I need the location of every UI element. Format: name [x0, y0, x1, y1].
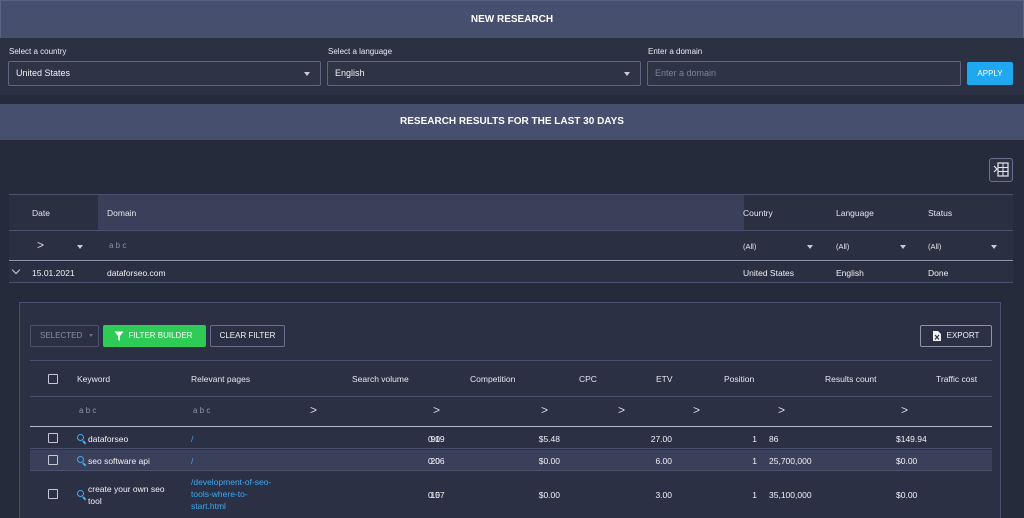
results-count-cell: 86: [769, 434, 779, 444]
page-link[interactable]: /development-of-seo- tools-where-to- sta…: [191, 476, 271, 512]
domain-label: Enter a domain: [648, 47, 703, 56]
traffic-cost-filter-operator[interactable]: >: [901, 403, 908, 417]
chevron-down-icon[interactable]: [77, 245, 83, 249]
row-date: 15.01.2021: [32, 268, 75, 278]
page-link[interactable]: /: [191, 434, 193, 444]
country-select[interactable]: United States: [8, 61, 321, 86]
filter-icon: [114, 331, 124, 341]
results-filter-row: > a b c (All) (All) (All): [9, 231, 1013, 261]
row-checkbox[interactable]: [48, 489, 58, 499]
table-row[interactable]: seo software api / 20 0.06 $0.00 6.00 1 …: [30, 450, 992, 471]
traffic-cost-cell: $0.00: [896, 456, 918, 466]
row-checkbox[interactable]: [48, 433, 58, 443]
col-position[interactable]: Position: [724, 374, 754, 384]
domain-input[interactable]: Enter a domain: [647, 61, 961, 86]
table-row[interactable]: create your own seo tool /development-of…: [30, 472, 992, 518]
row-language: English: [836, 268, 864, 278]
selected-dropdown[interactable]: SELECTED: [30, 325, 99, 347]
keyword-filter-icon[interactable]: a b c: [79, 406, 96, 415]
results-count-cell: 35,100,000: [769, 490, 812, 500]
competition-cell: 0.57: [428, 490, 445, 500]
keywords-header: Keyword Relevant pages Search volume Com…: [30, 360, 992, 397]
col-keyword[interactable]: Keyword: [77, 374, 110, 384]
chevron-down-icon[interactable]: [991, 245, 997, 249]
etv-cell: 27.00: [650, 434, 672, 444]
competition-filter-operator[interactable]: >: [433, 403, 440, 417]
col-status[interactable]: Status: [928, 208, 952, 218]
chevron-down-icon[interactable]: [11, 265, 21, 275]
chevron-down-icon[interactable]: [807, 245, 813, 249]
results-header: Date Domain Country Language Status: [9, 194, 1013, 231]
competition-cell: 0.19: [428, 434, 445, 444]
etv-cell: 6.00: [655, 456, 672, 466]
column-chooser-icon[interactable]: [989, 158, 1013, 182]
excel-file-icon: [933, 331, 941, 341]
country-filter[interactable]: (All): [743, 242, 756, 251]
country-value: United States: [16, 68, 71, 78]
keyword-cell: create your own seo tool: [88, 484, 165, 506]
col-etv[interactable]: ETV: [656, 374, 673, 384]
table-row[interactable]: dataforseo / 90 0.19 $5.48 27.00 1 86 $1…: [30, 428, 992, 449]
clear-filter-button[interactable]: CLEAR FILTER: [210, 325, 285, 347]
col-search-volume[interactable]: Search volume: [352, 374, 409, 384]
row-status: Done: [928, 268, 949, 278]
chevron-down-icon: [304, 72, 310, 76]
col-competition[interactable]: Competition: [470, 374, 515, 384]
row-checkbox[interactable]: [48, 455, 58, 465]
results-title: RESEARCH RESULTS FOR THE LAST 30 DAYS: [0, 104, 1024, 140]
language-filter[interactable]: (All): [836, 242, 849, 251]
position-cell: 1: [752, 456, 757, 466]
results-count-cell: 25,700,000: [769, 456, 812, 466]
language-select[interactable]: English: [327, 61, 641, 86]
keyword-cell: seo software api: [88, 456, 150, 466]
col-country[interactable]: Country: [743, 208, 773, 218]
chevron-down-icon: [89, 334, 93, 337]
cpc-cell: $0.00: [538, 490, 560, 500]
col-language[interactable]: Language: [836, 208, 874, 218]
results-count-filter-operator[interactable]: >: [778, 403, 785, 417]
apply-button[interactable]: APPLY: [967, 62, 1013, 85]
language-label: Select a language: [328, 47, 393, 56]
date-filter-operator[interactable]: >: [37, 238, 44, 252]
select-all-checkbox[interactable]: [48, 374, 58, 384]
export-button[interactable]: EXPORT: [920, 325, 992, 347]
search-icon[interactable]: [77, 434, 84, 441]
etv-cell: 3.00: [655, 490, 672, 500]
page-link[interactable]: /: [191, 456, 193, 466]
etv-filter-operator[interactable]: >: [618, 403, 625, 417]
col-relevant-pages[interactable]: Relevant pages: [191, 374, 250, 384]
traffic-cost-cell: $149.94: [896, 434, 927, 444]
keywords-filter-row: a b c a b c > > > > > > >: [30, 397, 992, 427]
competition-cell: 0.06: [428, 456, 445, 466]
new-research-form: Select a country United States Select a …: [0, 38, 1024, 95]
filter-builder-button[interactable]: FILTER BUILDER: [103, 325, 206, 347]
chevron-down-icon: [624, 72, 630, 76]
traffic-cost-cell: $0.00: [896, 490, 918, 500]
col-domain[interactable]: Domain: [107, 208, 136, 218]
keyword-cell: dataforseo: [88, 434, 129, 444]
cpc-cell: $0.00: [538, 456, 560, 466]
table-row[interactable]: 15.01.2021 dataforseo.com United States …: [9, 262, 1013, 283]
new-research-title: NEW RESEARCH: [0, 0, 1024, 38]
country-label: Select a country: [9, 47, 67, 56]
col-cpc[interactable]: CPC: [579, 374, 597, 384]
search-icon[interactable]: [77, 490, 84, 497]
col-date[interactable]: Date: [32, 208, 50, 218]
search-icon[interactable]: [77, 456, 84, 463]
position-cell: 1: [752, 490, 757, 500]
language-value: English: [335, 68, 365, 78]
position-cell: 1: [752, 434, 757, 444]
col-traffic-cost[interactable]: Traffic cost: [936, 374, 977, 384]
position-filter-operator[interactable]: >: [693, 403, 700, 417]
cpc-filter-operator[interactable]: >: [541, 403, 548, 417]
pages-filter-icon[interactable]: a b c: [193, 406, 210, 415]
domain-filter-icon[interactable]: a b c: [109, 241, 126, 250]
search-volume-filter-operator[interactable]: >: [310, 403, 317, 417]
cpc-cell: $5.48: [538, 434, 560, 444]
chevron-down-icon[interactable]: [900, 245, 906, 249]
row-country: United States: [743, 268, 795, 278]
col-results-count[interactable]: Results count: [825, 374, 877, 384]
row-domain: dataforseo.com: [107, 268, 166, 278]
status-filter[interactable]: (All): [928, 242, 941, 251]
